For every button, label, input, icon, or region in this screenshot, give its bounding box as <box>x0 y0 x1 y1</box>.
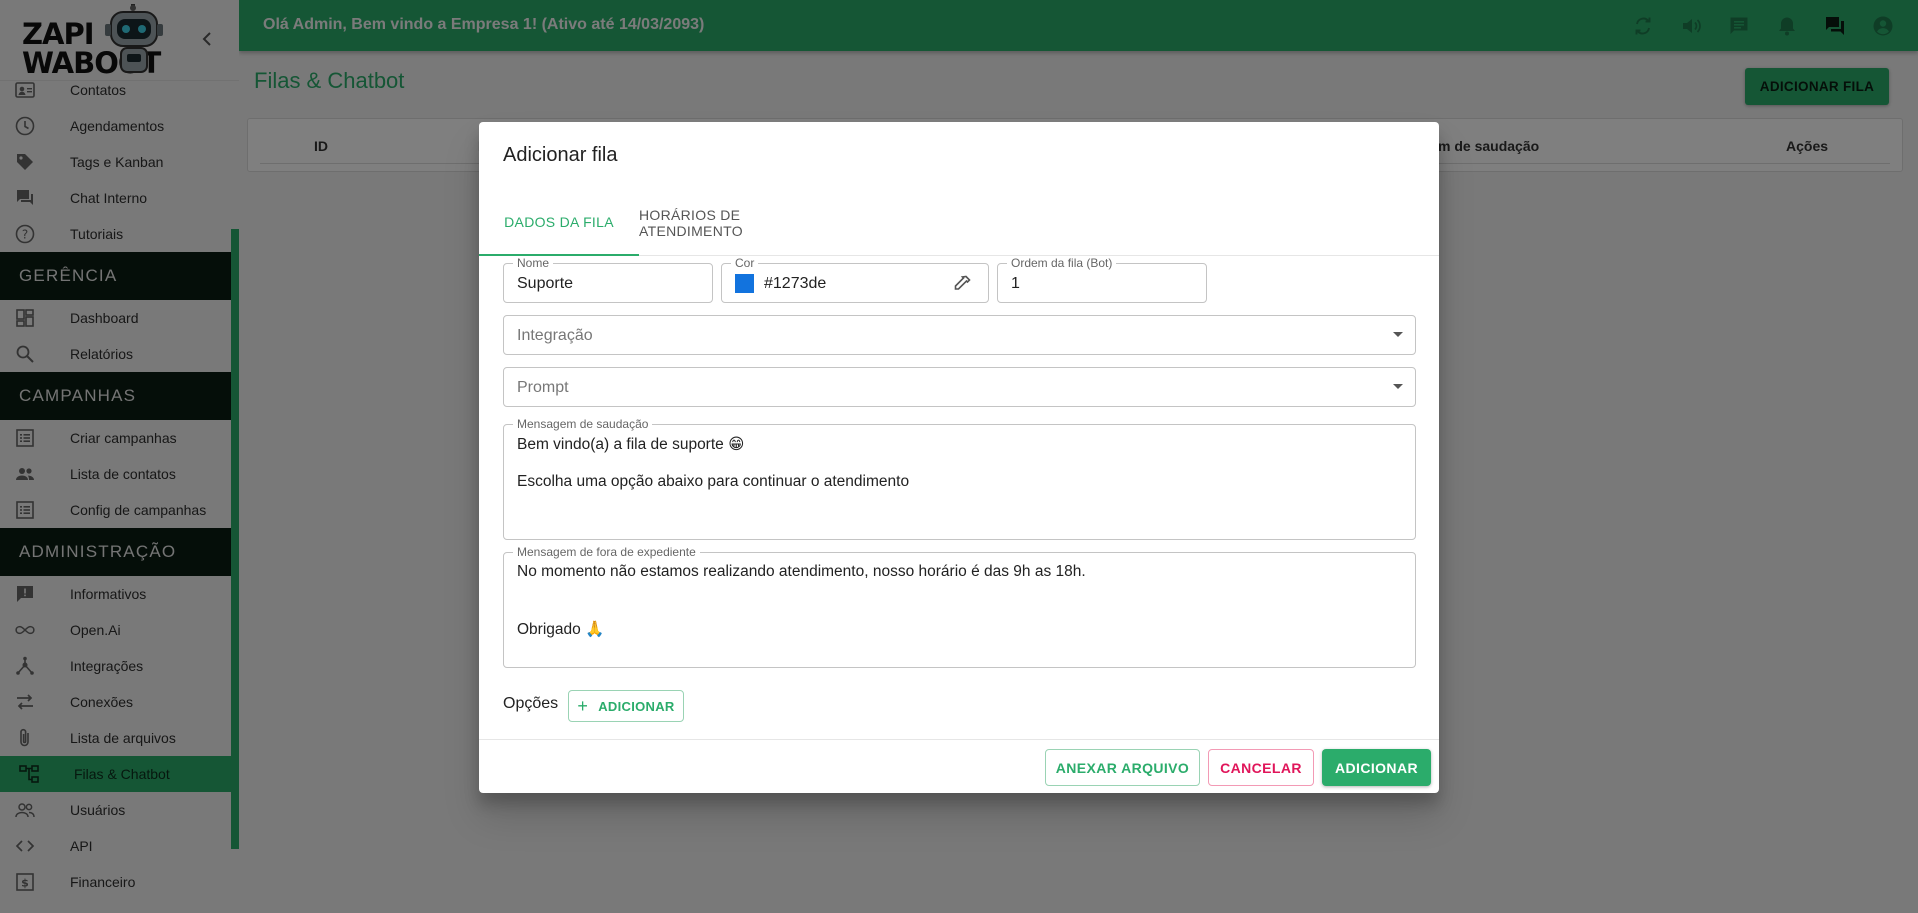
add-queue-dialog: Adicionar fila DADOS DA FILA HORÁRIOS DE… <box>479 122 1439 793</box>
greeting-line-2: Escolha uma opção abaixo para continuar … <box>517 473 910 490</box>
color-value: #1273de <box>764 275 827 292</box>
dialog-tabs: DADOS DA FILA HORÁRIOS DE ATENDIMENTO <box>479 190 1439 256</box>
plus-icon: + <box>577 695 589 716</box>
queue-order-value: 1 <box>1011 275 1020 292</box>
dialog-title: Adicionar fila <box>503 144 618 166</box>
attach-file-button[interactable]: ANEXAR ARQUIVO <box>1045 749 1200 786</box>
cancel-button[interactable]: CANCELAR <box>1208 749 1314 786</box>
color-field[interactable]: Cor #1273de <box>721 256 989 303</box>
color-picker-icon[interactable] <box>952 274 972 294</box>
greeting-line-1: Bem vindo(a) a fila de suporte 😁 <box>517 436 745 453</box>
tab-queue-data[interactable]: DADOS DA FILA <box>479 190 639 256</box>
prompt-select[interactable]: Prompt <box>503 367 1416 407</box>
options-label: Opções <box>503 695 559 712</box>
dialog-actions: ANEXAR ARQUIVO CANCELAR ADICIONAR <box>479 739 1439 793</box>
integration-select[interactable]: Integração <box>503 315 1416 355</box>
chevron-down-icon <box>1393 332 1403 337</box>
out-of-hours-line-2: Obrigado 🙏 <box>517 621 605 638</box>
add-option-button[interactable]: + ADICIONAR <box>568 690 684 722</box>
tab-service-hours[interactable]: HORÁRIOS DE ATENDIMENTO <box>639 190 819 256</box>
chevron-down-icon <box>1393 384 1403 389</box>
name-field[interactable]: Nome Suporte <box>503 256 713 303</box>
out-of-hours-message-field[interactable]: Mensagem de fora de expediente No moment… <box>503 545 1416 668</box>
out-of-hours-line-1: No momento não estamos realizando atendi… <box>517 563 1086 580</box>
queue-order-field[interactable]: Ordem da fila (Bot) 1 <box>997 256 1207 303</box>
color-swatch <box>735 274 754 293</box>
greeting-message-field[interactable]: Mensagem de saudação Bem vindo(a) a fila… <box>503 417 1416 540</box>
name-value: Suporte <box>517 275 574 292</box>
submit-add-button[interactable]: ADICIONAR <box>1322 749 1431 786</box>
